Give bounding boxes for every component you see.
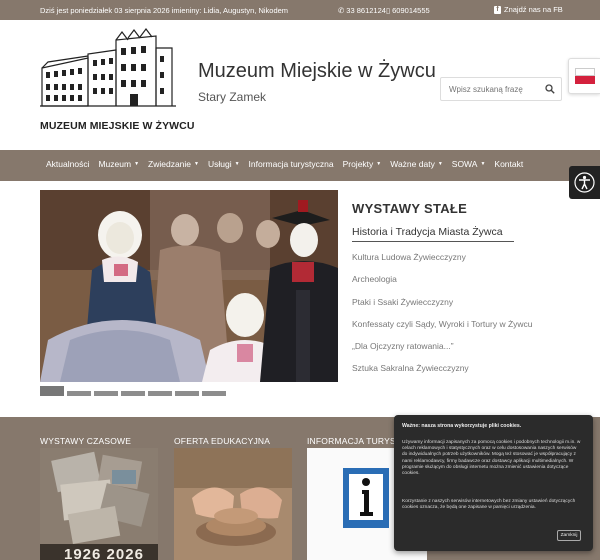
top-bar: Dziś jest poniedziałek 03 sierpnia 2026 … (0, 0, 600, 20)
active-underline (352, 241, 514, 242)
site-subtitle: Stary Zamek (198, 90, 267, 104)
educational-offer-image[interactable] (174, 448, 292, 560)
phone-icon: ✆ (338, 6, 345, 15)
slider-dot-7[interactable] (202, 391, 226, 396)
exhibition-active-link[interactable]: Historia i Tradycja Miasta Żywca (352, 226, 503, 238)
mobile-phone-icon: ▯ (386, 6, 391, 15)
castle-logo-icon (40, 28, 176, 107)
nav-item-kontakt[interactable]: Kontakt (494, 159, 523, 169)
search-box (440, 77, 562, 101)
nav-item-wazne-daty[interactable]: Ważne daty ▼ (390, 159, 443, 169)
main-navigation: Aktualności Muzeum ▼ Zwiedzanie ▼ Usługi ▼ … (0, 150, 600, 181)
caret-down-icon: ▼ (480, 161, 486, 167)
bip-flag-tab[interactable] (568, 58, 600, 94)
caret-down-icon: ▼ (194, 161, 199, 167)
exhibition-link[interactable]: „Dla Ojczyzny ratowania...” (352, 341, 533, 363)
permanent-exhibitions-heading: WYSTAWY STAŁE (352, 201, 468, 216)
folk-costume-photo (40, 190, 338, 382)
facebook-link-text: Znajdź nas na FB (504, 5, 563, 14)
exhibition-link[interactable]: Ptaki i Ssaki Żywiecczyzny (352, 297, 533, 319)
hero-slider-image[interactable] (40, 190, 338, 382)
poster-years: 1926 2026 (64, 546, 144, 560)
facebook-link[interactable]: f Znajdź nas na FB (494, 5, 563, 14)
caret-down-icon: ▼ (437, 161, 443, 167)
accessibility-button[interactable] (569, 166, 600, 199)
nav-item-uslugi[interactable]: Usługi ▼ (208, 159, 240, 169)
phone-1-link[interactable]: ✆ 33 8612124 (338, 6, 386, 15)
tourist-info-title[interactable]: INFORMACJA TURYSTY (307, 436, 407, 446)
pottery-hands-photo (174, 448, 292, 560)
exhibition-link[interactable]: Kultura Ludowa Żywiecczyzny (352, 252, 533, 274)
caret-down-icon: ▼ (134, 161, 140, 167)
caret-down-icon: ▼ (376, 161, 382, 167)
logo-caption: MUZEUM MIEJSKIE W ŻYWCU (40, 120, 195, 132)
nav-item-zwiedzanie[interactable]: Zwiedzanie ▼ (148, 159, 199, 169)
cookie-paragraph-1: Używamy informacji zapisanych za pomocą … (402, 440, 581, 477)
site-title[interactable]: Muzeum Miejskie w Żywcu (198, 60, 436, 83)
slider-dot-1[interactable] (40, 386, 64, 396)
site-header: MUZEUM MIEJSKIE W ŻYWCU Muzeum Miejskie … (0, 20, 600, 150)
cookie-consent-popup: Ważne: nasza strona wykorzystuje pliki c… (394, 415, 593, 551)
exhibition-link[interactable]: Konfessaty czyli Sądy, Wyroki i Tortury … (352, 319, 533, 341)
educational-offer-title[interactable]: OFERTA EDUKACYJNA (174, 436, 270, 446)
slider-dot-3[interactable] (94, 391, 118, 396)
search-input[interactable] (441, 78, 541, 100)
temporary-exhibitions-title[interactable]: WYSTAWY CZASOWE (40, 436, 131, 446)
date-and-nameday-text: Dziś jest poniedziałek 03 sierpnia 2026 … (40, 6, 289, 15)
cookie-paragraph-2: Korzystanie z naszych serwisów interneto… (402, 499, 576, 511)
temporary-exhibition-poster[interactable]: 1926 2026 (40, 448, 158, 560)
nav-item-informacja-turystyczna[interactable]: Informacja turystyczna (249, 159, 334, 169)
exhibition-poster-image (40, 448, 158, 560)
slider-dot-2[interactable] (67, 391, 91, 396)
slider-pagination (40, 386, 226, 396)
nav-list: Aktualności Muzeum ▼ Zwiedzanie ▼ Usługi ▼ … (46, 159, 532, 169)
cookie-close-button[interactable]: Zamknij (557, 530, 581, 541)
slider-dot-6[interactable] (175, 391, 199, 396)
search-icon[interactable] (545, 84, 555, 94)
nav-item-aktualnosci[interactable]: Aktualności (46, 159, 89, 169)
caret-down-icon: ▼ (234, 161, 240, 167)
slider-dot-5[interactable] (148, 391, 172, 396)
cookie-title: Ważne: nasza strona wykorzystuje pliki c… (402, 423, 522, 429)
accessibility-icon (574, 172, 595, 193)
phone-2-link[interactable]: ▯ 609014555 (386, 6, 430, 15)
phone-1-number: 33 8612124 (346, 6, 386, 15)
exhibition-link[interactable]: Archeologia (352, 274, 533, 296)
exhibition-list: Kultura Ludowa Żywiecczyzny Archeologia … (352, 252, 533, 386)
nav-item-projekty[interactable]: Projekty ▼ (343, 159, 382, 169)
nav-item-sowa[interactable]: SOWA ▼ (452, 159, 486, 169)
slider-dot-4[interactable] (121, 391, 145, 396)
nav-item-muzeum[interactable]: Muzeum ▼ (98, 159, 139, 169)
phone-2-number: 609014555 (392, 6, 430, 15)
polish-flag-icon (575, 68, 595, 84)
exhibition-link[interactable]: Sztuka Sakralna Żywiecczyzny (352, 363, 533, 385)
facebook-icon: f (494, 5, 501, 14)
